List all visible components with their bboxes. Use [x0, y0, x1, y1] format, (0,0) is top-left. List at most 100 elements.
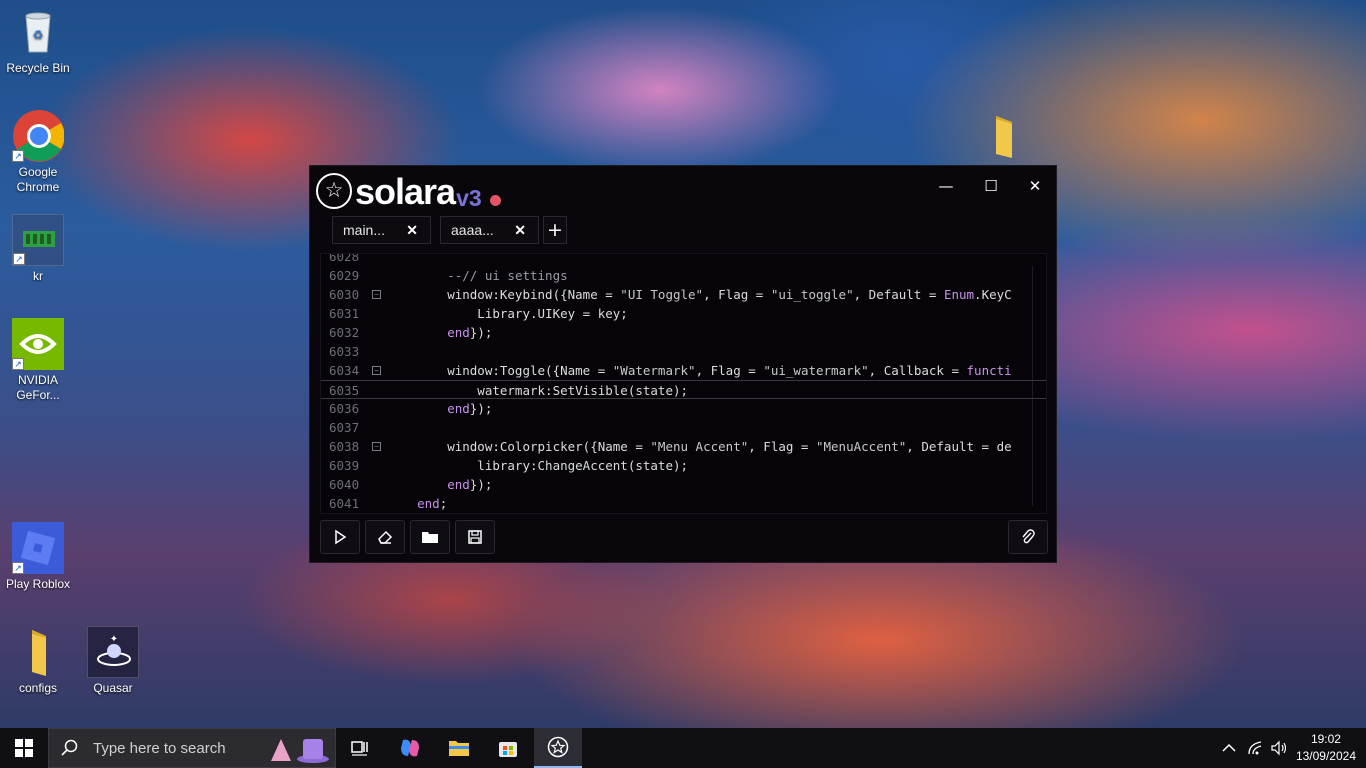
store-icon	[499, 742, 517, 757]
add-tab-button[interactable]: +	[543, 216, 567, 244]
fold-toggle-icon[interactable]: −	[372, 290, 381, 299]
solara-taskbar-button[interactable]	[534, 728, 582, 768]
folder-icon	[12, 626, 64, 678]
copilot-button[interactable]	[386, 728, 434, 768]
line-number: 6036	[329, 401, 360, 416]
code-line[interactable]: 6037	[321, 418, 1046, 437]
star-icon	[547, 736, 569, 758]
search-placeholder: Type here to search	[93, 739, 226, 757]
solara-window: ☆ solara v3 — ☐ ✕ main... ✕ aaaa... ✕ + …	[309, 165, 1057, 563]
code-line[interactable]: 6031 Library.UIKey = key;	[321, 304, 1046, 323]
code-line[interactable]: 6039 library:ChangeAccent(state);	[321, 456, 1046, 475]
search-icon	[61, 739, 78, 756]
task-view-icon	[351, 741, 368, 756]
code-text: end});	[447, 325, 493, 340]
code-text: window:Toggle({Name = "Watermark", Flag …	[387, 363, 1012, 378]
nvidia-icon: ↗	[12, 318, 64, 370]
desktop-icon-label: NVIDIA GeFor...	[16, 373, 60, 402]
star-icon: ☆	[316, 173, 352, 209]
recycle-bin-icon: ♻	[12, 6, 64, 58]
svg-text:♻: ♻	[33, 28, 44, 42]
code-line[interactable]: 6041 end;	[321, 494, 1046, 513]
code-line[interactable]: 6035 watermark:SetVisible(state);	[321, 380, 1046, 399]
code-text: end});	[447, 401, 493, 416]
network-icon	[1248, 741, 1262, 755]
kr-app-icon: ↗	[12, 214, 64, 266]
taskbar: Type here to search 19:02 13/09/2024	[0, 728, 1366, 768]
code-line[interactable]: 6040 end});	[321, 475, 1046, 494]
execute-button[interactable]	[320, 520, 360, 554]
search-box[interactable]: Type here to search	[48, 728, 336, 768]
desktop-icon-recycle-bin[interactable]: ♻ Recycle Bin	[0, 6, 76, 76]
roblox-icon: ↗	[12, 522, 64, 574]
line-number: 6029	[329, 268, 360, 283]
copilot-icon	[401, 739, 419, 757]
tab-close-icon[interactable]: ✕	[406, 222, 418, 239]
desktop-icon-label: Play Roblox	[5, 577, 71, 591]
desktop-icon-quasar[interactable]: ✦ Quasar	[75, 626, 151, 696]
line-number: 6028	[329, 253, 360, 264]
code-line[interactable]: 6033	[321, 342, 1046, 361]
solara-logo: ☆ solara v3	[316, 171, 501, 212]
line-number: 6035	[329, 383, 360, 398]
desktop-icon-nvidia[interactable]: ↗ NVIDIA GeFor...	[0, 318, 76, 403]
clock[interactable]: 19:02 13/09/2024	[1296, 731, 1356, 765]
minimize-button[interactable]: —	[926, 171, 966, 201]
file-explorer-button[interactable]	[435, 728, 483, 768]
quasar-icon: ✦	[87, 626, 139, 678]
tab-label: main...	[343, 222, 386, 238]
network-button[interactable]	[1247, 728, 1265, 768]
tab-main[interactable]: main... ✕	[332, 216, 431, 244]
code-line[interactable]: 6032 end});	[321, 323, 1046, 342]
code-line[interactable]: 6034 − window:Toggle({Name = "Watermark",…	[321, 361, 1046, 380]
show-hidden-icons-button[interactable]	[1222, 728, 1236, 768]
maximize-button[interactable]: ☐	[971, 171, 1011, 201]
folder-icon	[422, 532, 438, 543]
code-line[interactable]: 6036 end});	[321, 399, 1046, 418]
play-icon	[335, 529, 347, 545]
code-text: end});	[447, 477, 493, 492]
desktop-folder-icon[interactable]	[990, 112, 1030, 160]
desktop-icon-label: configs	[18, 681, 58, 695]
close-button[interactable]: ✕	[1015, 171, 1055, 201]
line-number: 6030	[329, 287, 360, 302]
tab-close-icon[interactable]: ✕	[514, 222, 526, 239]
search-highlight-icon	[261, 733, 331, 765]
code-line[interactable]: 6028	[321, 253, 1046, 266]
brand-version: v3	[456, 185, 482, 211]
desktop-icon-label: Recycle Bin	[6, 61, 70, 75]
tab-aaaa[interactable]: aaaa... ✕	[440, 216, 539, 244]
code-line[interactable]: 6038 − window:Colorpicker({Name = "Menu A…	[321, 437, 1046, 456]
shortcut-arrow-icon: ↗	[12, 150, 24, 162]
file-explorer-icon	[449, 741, 469, 756]
save-file-button[interactable]	[455, 520, 495, 554]
code-text: end;	[417, 496, 448, 511]
desktop-icon-configs[interactable]: configs	[0, 626, 76, 696]
brand-name: solara	[355, 171, 456, 212]
desktop-icon-play-roblox[interactable]: ↗ Play Roblox	[0, 522, 76, 592]
fold-toggle-icon[interactable]: −	[372, 366, 381, 375]
volume-button[interactable]	[1270, 728, 1288, 768]
desktop-icon-google-chrome[interactable]: ↗ Google Chrome	[0, 110, 76, 195]
paperclip-icon	[1022, 529, 1035, 544]
line-number: 6033	[329, 344, 360, 359]
code-text: watermark:SetVisible(state);	[387, 383, 689, 398]
line-number: 6032	[329, 325, 360, 340]
chevron-up-icon	[1222, 743, 1236, 752]
task-view-button[interactable]	[336, 728, 384, 768]
chrome-icon: ↗	[12, 110, 65, 162]
code-line[interactable]: 6030 − window:Keybind({Name = "UI Toggle"…	[321, 285, 1046, 304]
code-editor[interactable]: 6028 6029 --// ui settings 6030 − window:Ke…	[320, 253, 1047, 514]
clear-button[interactable]	[365, 520, 405, 554]
clock-time: 19:02	[1310, 732, 1341, 746]
desktop-icon-label: kr	[33, 269, 43, 283]
store-button[interactable]	[484, 728, 532, 768]
code-text: window:Colorpicker({Name = "Menu Accent"…	[387, 439, 1012, 454]
start-button[interactable]	[0, 728, 48, 768]
code-line[interactable]: 6029 --// ui settings	[321, 266, 1046, 285]
open-file-button[interactable]	[410, 520, 450, 554]
attach-button[interactable]	[1008, 520, 1048, 554]
fold-toggle-icon[interactable]: −	[372, 442, 381, 451]
desktop-icon-kr[interactable]: ↗ kr	[0, 214, 76, 284]
desktop-icon-label: Google Chrome	[16, 165, 60, 194]
